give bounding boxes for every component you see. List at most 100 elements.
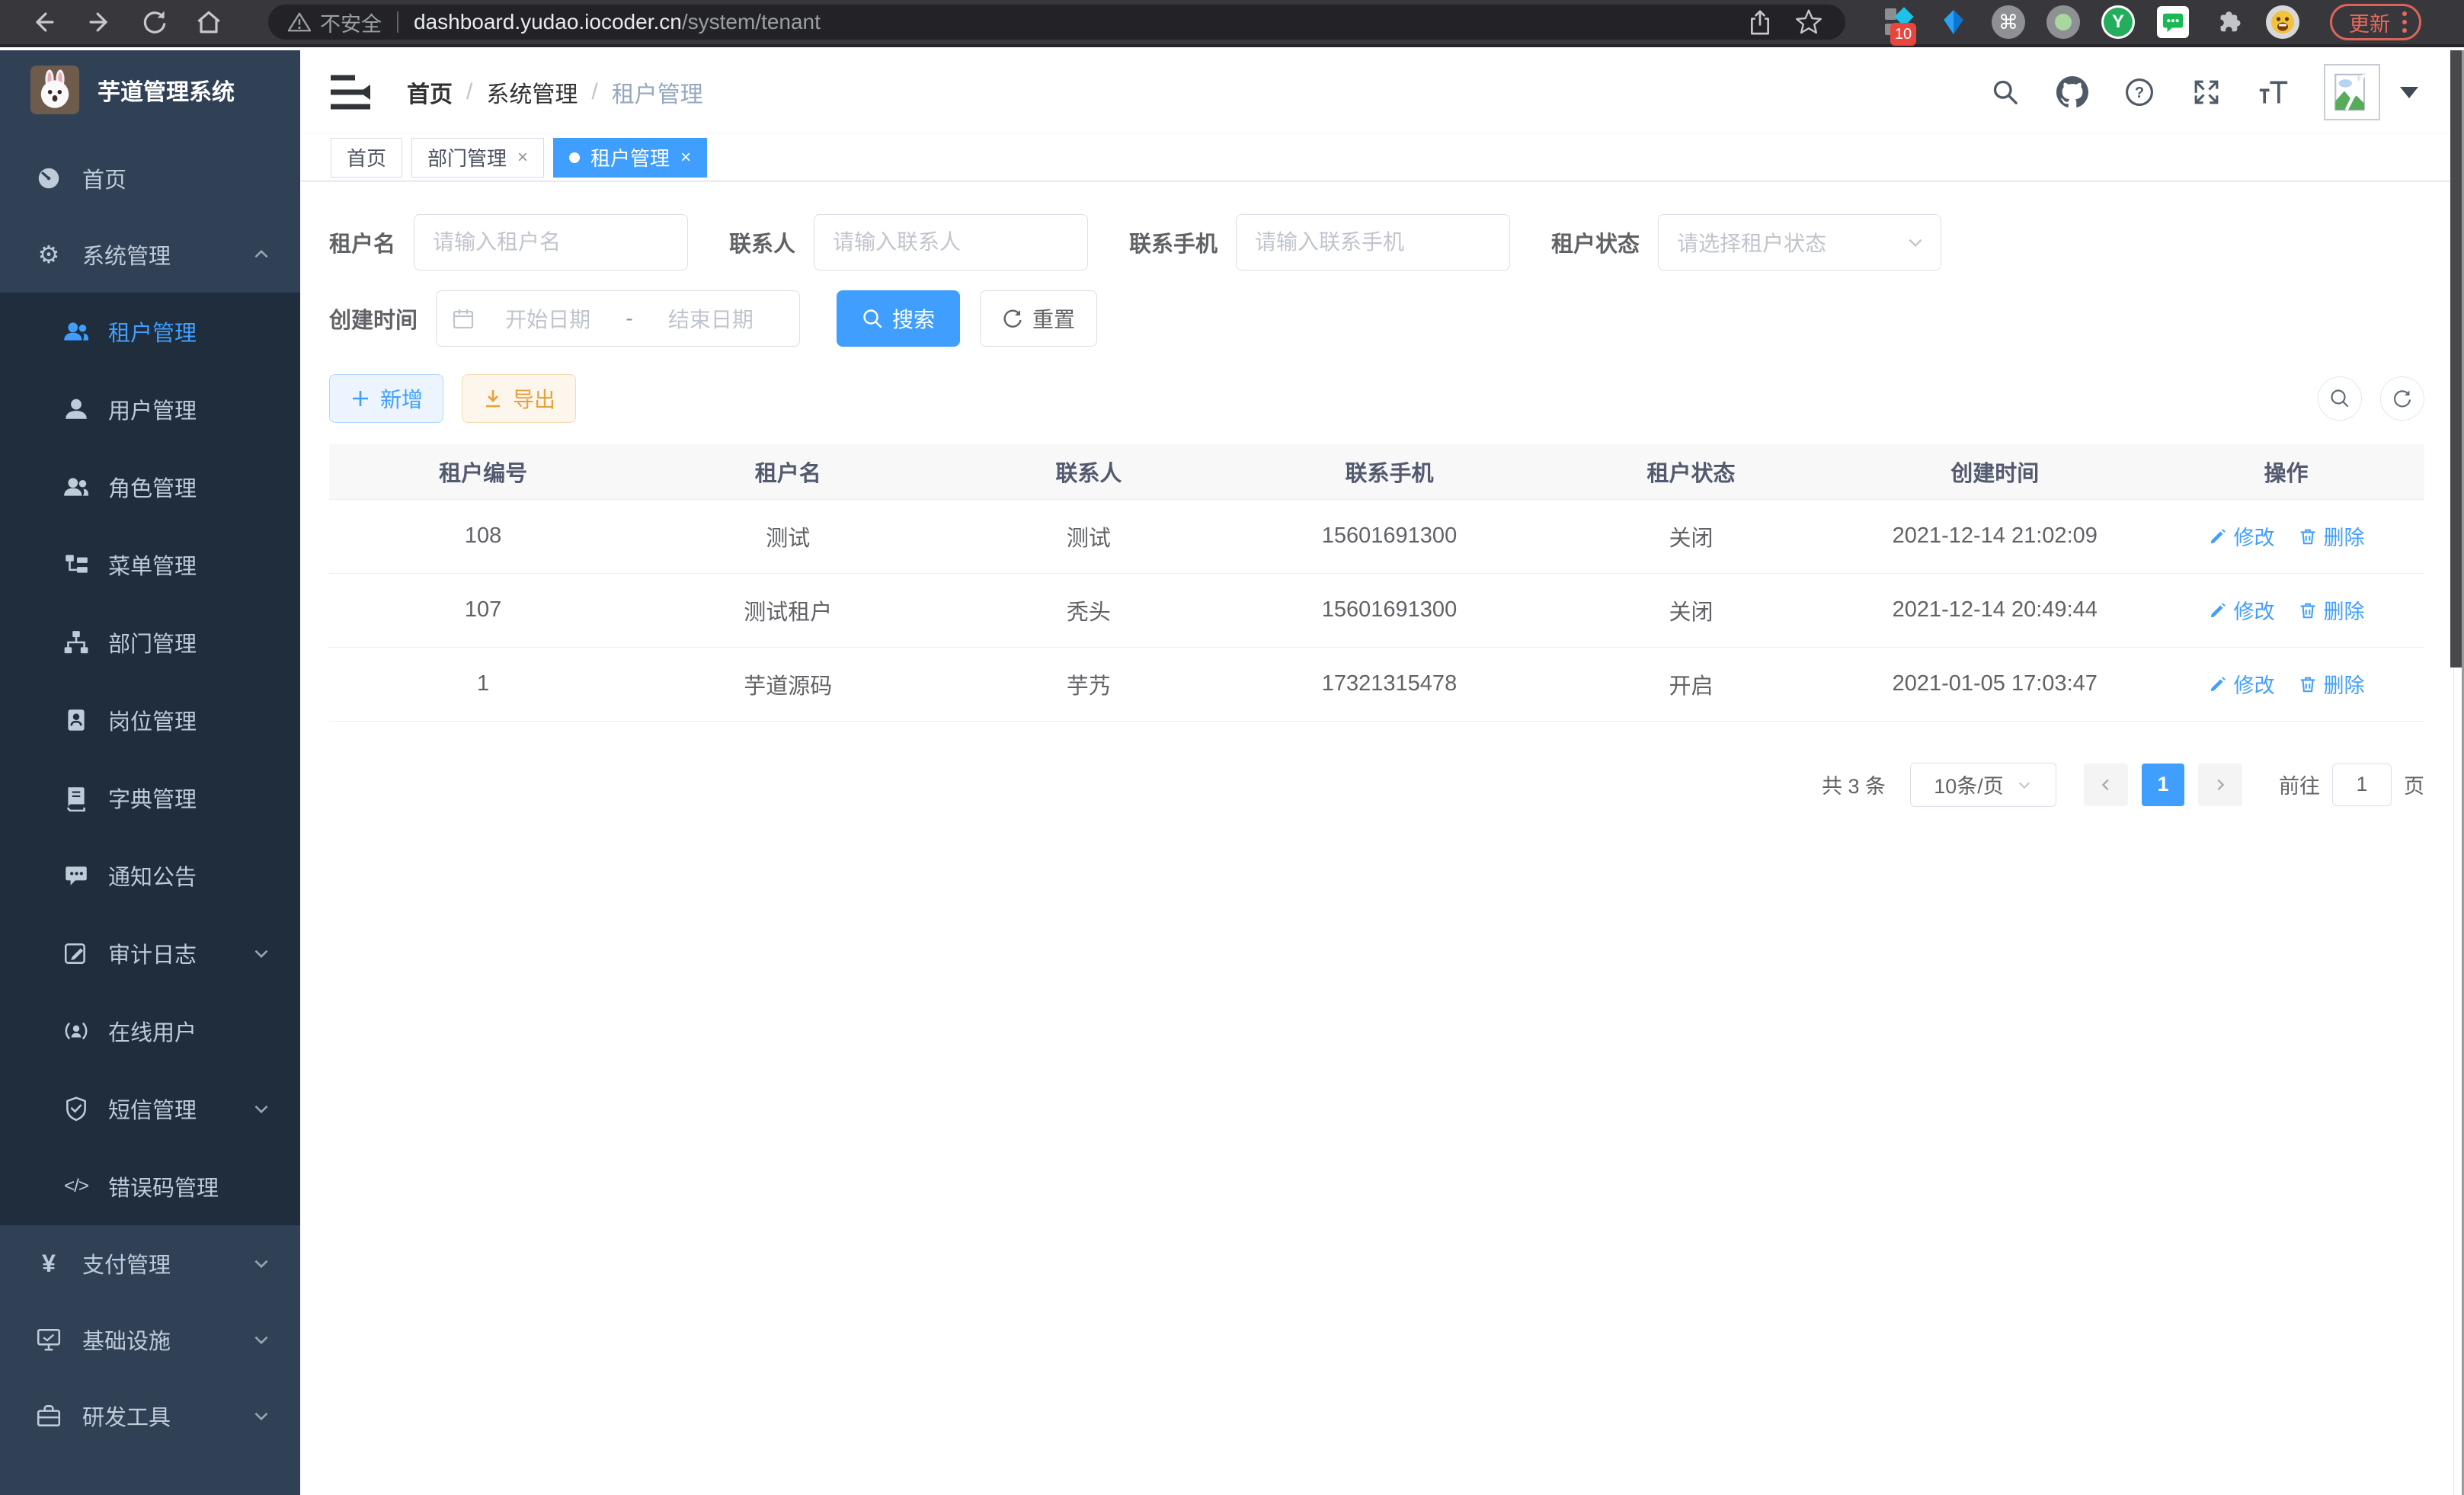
sidebar-item-role-management[interactable]: 角色管理 bbox=[0, 448, 300, 526]
close-icon[interactable]: × bbox=[680, 149, 691, 167]
extension-y-logo-icon[interactable]: Y bbox=[2101, 5, 2136, 40]
search-button[interactable]: 搜索 bbox=[837, 290, 960, 347]
extension-kite-icon[interactable] bbox=[1936, 5, 1971, 40]
sidebar-item-tenant-management[interactable]: 租户管理 bbox=[0, 293, 300, 370]
tenant-name-input[interactable] bbox=[414, 214, 688, 271]
toggle-search-button[interactable] bbox=[2318, 376, 2362, 421]
goto-page-input[interactable] bbox=[2332, 764, 2392, 806]
page-number-button[interactable]: 1 bbox=[2142, 764, 2184, 806]
breadcrumb-section[interactable]: 系统管理 bbox=[486, 75, 578, 109]
edit-link[interactable]: 修改 bbox=[2208, 595, 2275, 625]
sidebar-item-payment[interactable]: ¥ 支付管理 bbox=[0, 1225, 300, 1301]
refresh-icon bbox=[2392, 388, 2413, 409]
sidebar-item-dept-management[interactable]: 部门管理 bbox=[0, 603, 300, 681]
avatar-dropdown-caret-icon[interactable] bbox=[2400, 87, 2418, 98]
search-icon[interactable] bbox=[1989, 75, 2022, 109]
export-button[interactable]: 导出 bbox=[462, 374, 576, 423]
col-tenant-name: 租户名 bbox=[637, 444, 939, 499]
cell-mobile: 17321315478 bbox=[1239, 647, 1541, 721]
sidebar-item-dev-tools[interactable]: 研发工具 bbox=[0, 1378, 300, 1454]
sidebar-item-error-code[interactable]: </> 错误码管理 bbox=[0, 1148, 300, 1225]
user-avatar[interactable] bbox=[2324, 64, 2380, 120]
refresh-table-button[interactable] bbox=[2380, 376, 2424, 421]
page-unit-label: 页 bbox=[2404, 770, 2424, 799]
cell-created: 2021-01-05 17:03:47 bbox=[1842, 647, 2149, 721]
sidebar-item-menu-management[interactable]: 菜单管理 bbox=[0, 526, 300, 603]
col-mobile: 联系手机 bbox=[1239, 444, 1541, 499]
sidebar-item-dict-management[interactable]: 字典管理 bbox=[0, 759, 300, 837]
bookmark-star-icon[interactable] bbox=[1794, 7, 1824, 37]
url-path: /system/tenant bbox=[682, 10, 821, 34]
browser-home-icon[interactable] bbox=[194, 7, 224, 37]
cell-tenant-id: 108 bbox=[329, 499, 637, 573]
browser-back-icon[interactable] bbox=[29, 7, 59, 37]
chevron-left-icon bbox=[2098, 776, 2114, 793]
extension-record-icon[interactable] bbox=[2046, 5, 2081, 40]
help-icon[interactable]: ? bbox=[2123, 75, 2156, 109]
security-label[interactable]: 不安全 bbox=[320, 8, 382, 37]
mobile-input[interactable] bbox=[1236, 214, 1510, 271]
sidebar-item-home[interactable]: 首页 bbox=[0, 140, 300, 216]
contact-input[interactable] bbox=[814, 214, 1088, 271]
date-range-picker[interactable]: 开始日期 - 结束日期 bbox=[436, 290, 800, 347]
sidebar-item-post-management[interactable]: 岗位管理 bbox=[0, 681, 300, 759]
profile-avatar-icon[interactable] bbox=[2265, 5, 2300, 40]
app-logo[interactable]: 芋道管理系统 bbox=[0, 50, 300, 130]
browser-forward-icon[interactable] bbox=[84, 7, 114, 37]
tab-home[interactable]: 首页 bbox=[331, 138, 402, 178]
next-page-button[interactable] bbox=[2198, 764, 2242, 806]
more-menu-icon[interactable] bbox=[2402, 11, 2407, 33]
font-size-icon[interactable] bbox=[2257, 75, 2290, 109]
tab-dept-management[interactable]: 部门管理 × bbox=[411, 138, 544, 178]
github-icon[interactable] bbox=[2056, 75, 2089, 109]
browser-update-button[interactable]: 更新 bbox=[2330, 4, 2421, 40]
fullscreen-icon[interactable] bbox=[2190, 75, 2223, 109]
extension-chat-icon[interactable] bbox=[2155, 5, 2190, 40]
table-tools bbox=[2299, 376, 2424, 421]
tenant-name-label: 租户名 bbox=[329, 226, 395, 258]
trash-icon bbox=[2298, 600, 2318, 620]
sidebar-collapse-icon[interactable] bbox=[329, 74, 372, 110]
prev-page-button[interactable] bbox=[2084, 764, 2128, 806]
sidebar-item-notice[interactable]: 通知公告 bbox=[0, 837, 300, 914]
add-button[interactable]: 新增 bbox=[329, 374, 443, 423]
sidebar-item-audit-log[interactable]: 审计日志 bbox=[0, 914, 300, 992]
tags-view-bar: 首页 部门管理 × 租户管理 × bbox=[300, 134, 2453, 181]
breadcrumb-separator: / bbox=[591, 79, 597, 105]
edit-link[interactable]: 修改 bbox=[2208, 521, 2275, 551]
share-icon[interactable] bbox=[1745, 7, 1775, 37]
edit-link[interactable]: 修改 bbox=[2208, 669, 2275, 699]
status-select[interactable]: 请选择租户状态 bbox=[1658, 214, 1941, 271]
cell-contact: 芋艿 bbox=[939, 647, 1238, 721]
reset-button[interactable]: 重置 bbox=[980, 290, 1097, 347]
toolbox-icon bbox=[35, 1402, 62, 1429]
delete-link[interactable]: 删除 bbox=[2298, 595, 2365, 625]
sidebar-item-online-users[interactable]: 在线用户 bbox=[0, 992, 300, 1070]
create-time-label: 创建时间 bbox=[329, 303, 418, 335]
chevron-down-icon bbox=[251, 1330, 271, 1349]
sidebar-item-user-management[interactable]: 用户管理 bbox=[0, 370, 300, 448]
browser-reload-icon[interactable] bbox=[139, 7, 169, 37]
shield-check-icon bbox=[62, 1095, 90, 1122]
cell-tenant-name: 芋道源码 bbox=[637, 647, 939, 721]
menu-tree-icon bbox=[62, 551, 90, 578]
sidebar-item-infrastructure[interactable]: 基础设施 bbox=[0, 1301, 300, 1378]
id-badge-icon bbox=[62, 706, 90, 734]
col-tenant-id: 租户编号 bbox=[329, 444, 637, 499]
sidebar-item-sms-management[interactable]: 短信管理 bbox=[0, 1070, 300, 1148]
address-bar[interactable]: 不安全 dashboard.yudao.iocoder.cn/system/te… bbox=[268, 5, 1845, 40]
extension-tag-icon[interactable]: 10 bbox=[1881, 5, 1916, 40]
delete-link[interactable]: 删除 bbox=[2298, 669, 2365, 699]
sidebar-item-system-management[interactable]: ⚙ 系统管理 bbox=[0, 216, 300, 293]
trash-icon bbox=[2298, 527, 2318, 546]
extensions-puzzle-icon[interactable] bbox=[2210, 5, 2245, 40]
code-icon: </> bbox=[62, 1177, 90, 1196]
audit-log-icon bbox=[62, 940, 90, 967]
extension-command-icon[interactable]: ⌘ bbox=[1991, 5, 2026, 40]
tab-tenant-management[interactable]: 租户管理 × bbox=[553, 138, 707, 178]
sidebar-menu: 首页 ⚙ 系统管理 租户管理 用户管理 角色管理 bbox=[0, 140, 300, 1454]
close-icon[interactable]: × bbox=[517, 149, 528, 167]
breadcrumb-home[interactable]: 首页 bbox=[407, 75, 453, 109]
page-size-select[interactable]: 10条/页 bbox=[1910, 763, 2056, 807]
delete-link[interactable]: 删除 bbox=[2298, 521, 2365, 551]
